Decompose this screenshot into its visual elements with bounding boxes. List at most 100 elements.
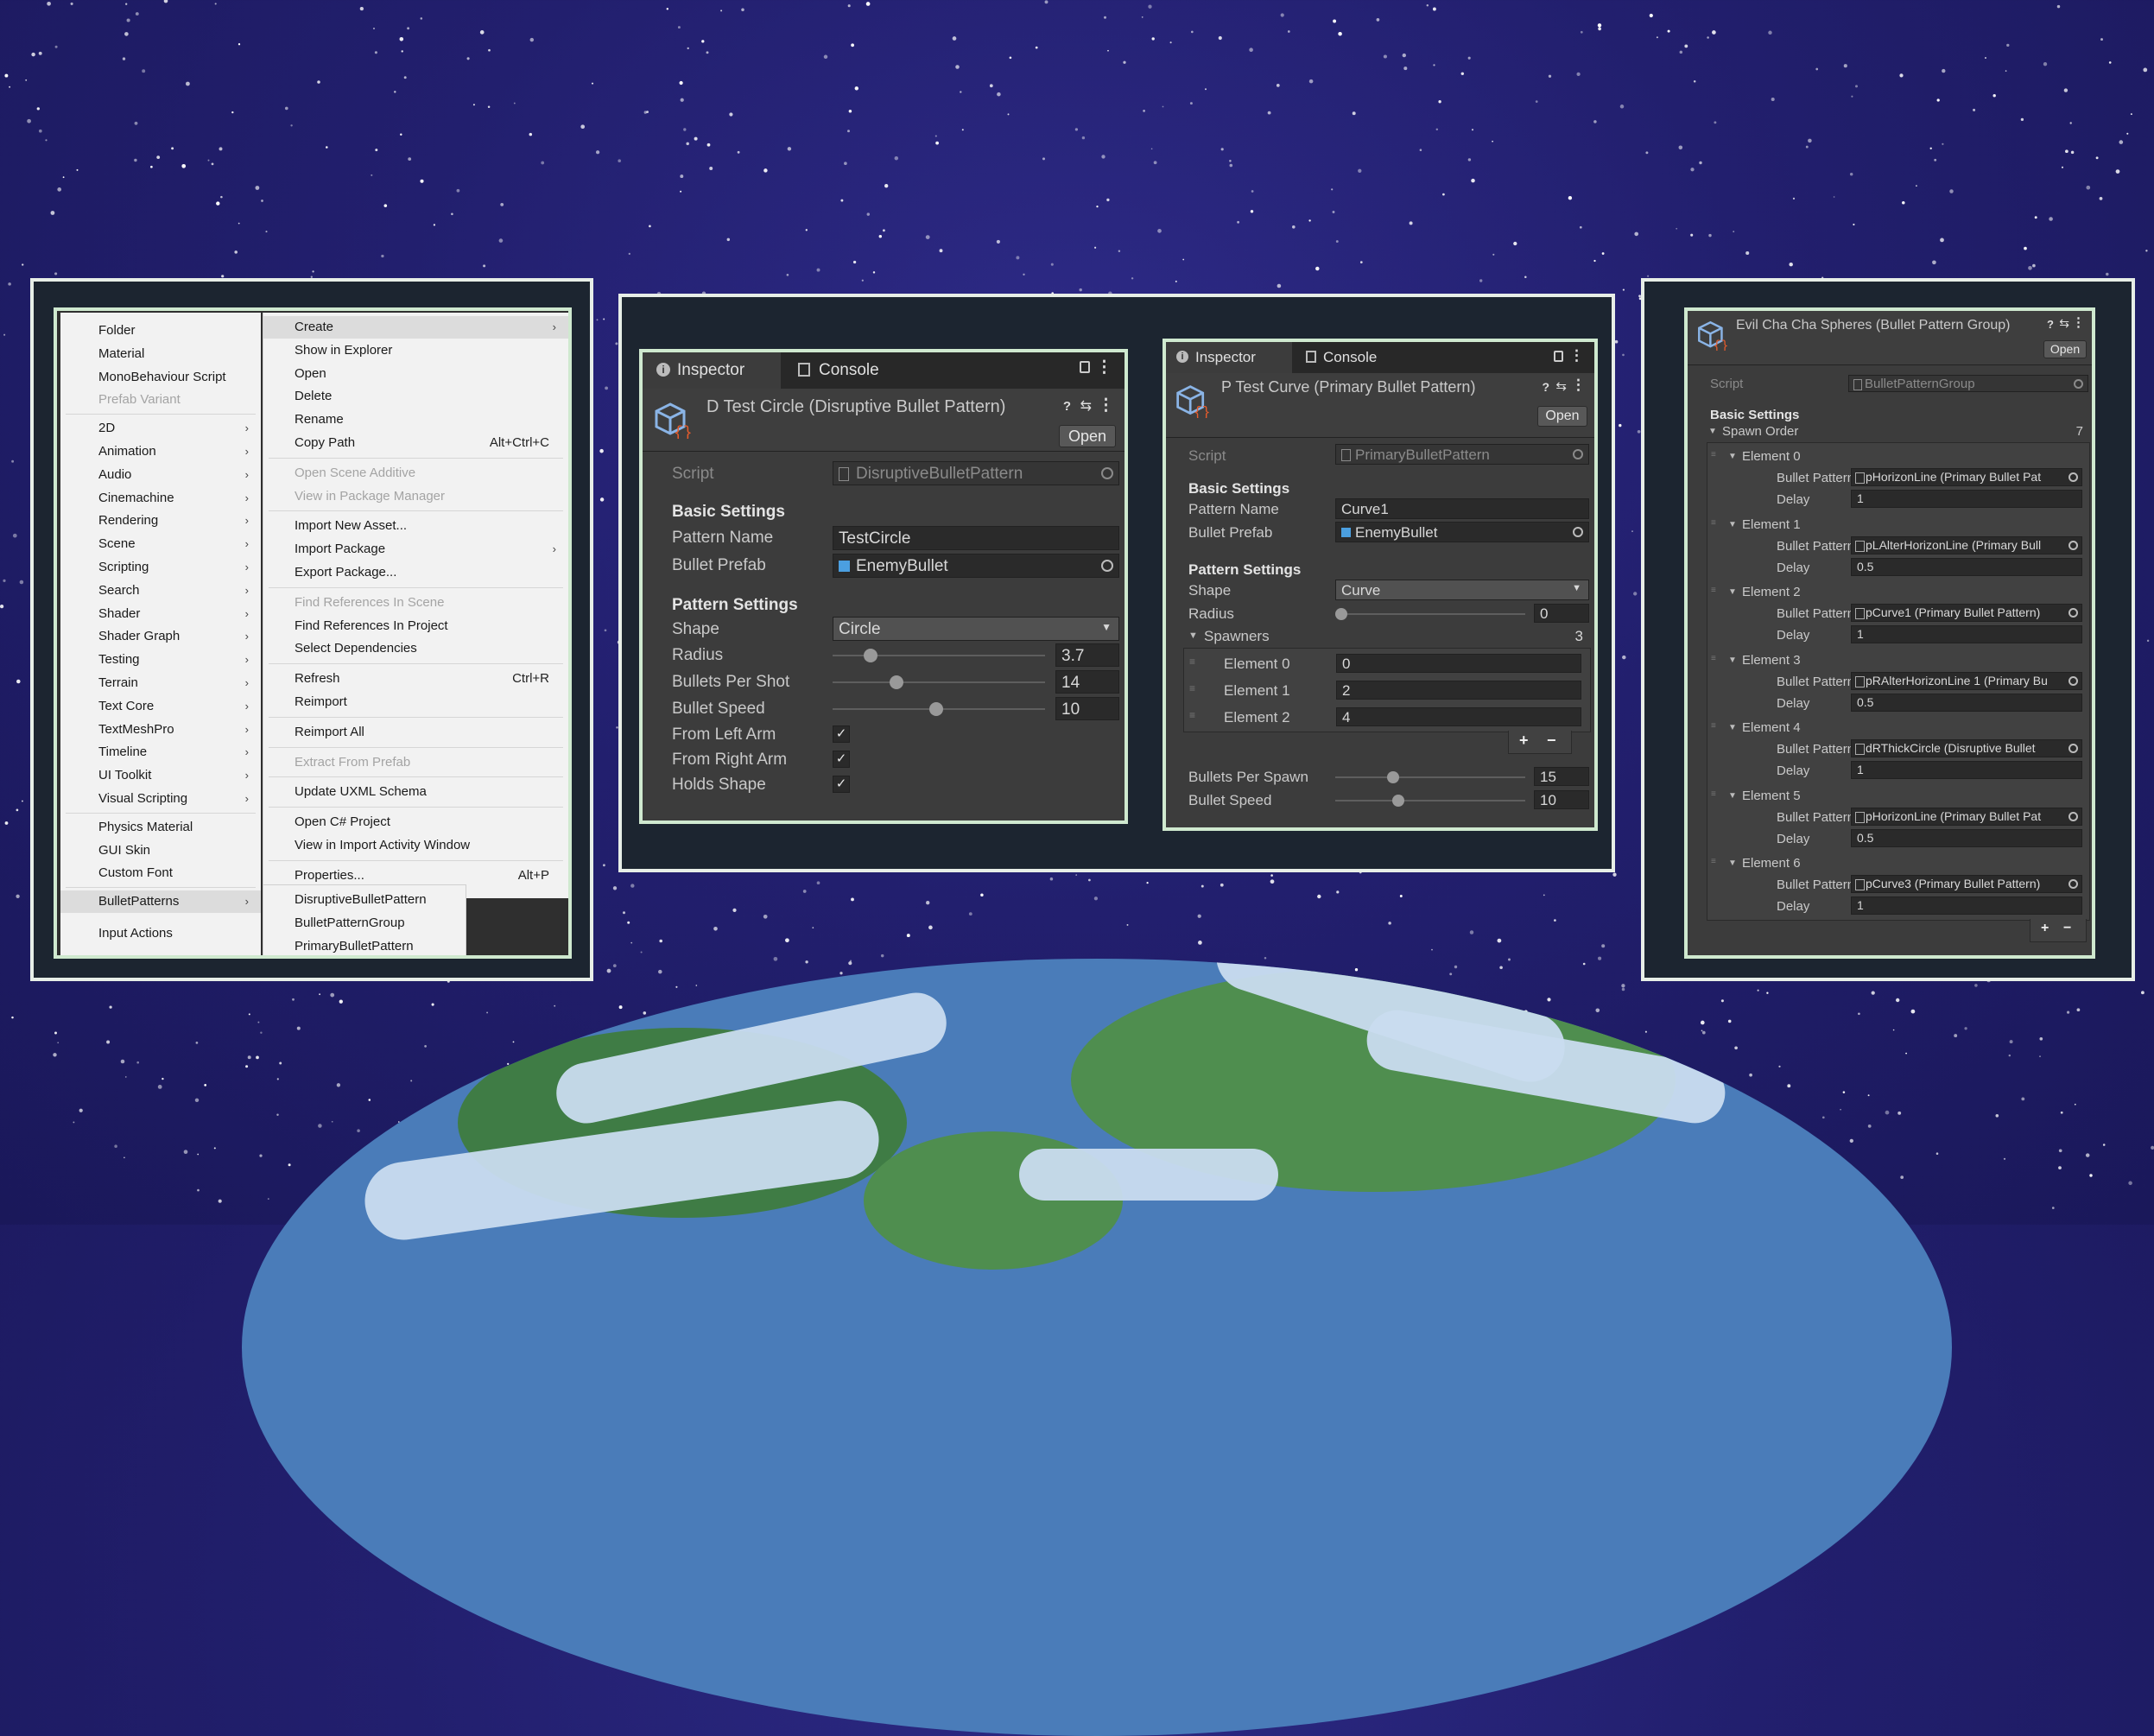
menu-item-text-core[interactable]: Text Core › bbox=[60, 695, 261, 718]
foldout-arrow-icon[interactable]: ▼ bbox=[1728, 723, 1737, 732]
menu-item-properties[interactable]: Properties... Alt+P bbox=[263, 865, 568, 887]
list-item[interactable]: ≡ ▼ Element 4 Bullet Pattern dRThickCircle (… bbox=[1707, 719, 2089, 783]
object-picker-icon[interactable] bbox=[2068, 811, 2078, 821]
shape-dropdown[interactable]: Curve ▼ bbox=[1335, 580, 1589, 600]
bullets-per-spawn-slider-track[interactable] bbox=[1335, 776, 1525, 778]
object-picker-icon[interactable] bbox=[2068, 879, 2078, 889]
drag-handle-icon[interactable]: ≡ bbox=[1189, 709, 1195, 721]
bullet-pattern-field[interactable]: pHorizonLine (Primary Bullet Pat bbox=[1851, 807, 2082, 826]
add-element-button[interactable]: + bbox=[2041, 921, 2049, 936]
drag-handle-icon[interactable]: ≡ bbox=[1189, 682, 1195, 694]
preset-icon[interactable]: ⇆ bbox=[1080, 397, 1092, 415]
menu-item-copy-path[interactable]: Copy Path Alt+Ctrl+C bbox=[263, 432, 568, 454]
add-element-button[interactable]: + bbox=[1519, 732, 1529, 750]
menu-item-cinemachine[interactable]: Cinemachine › bbox=[60, 487, 261, 510]
bullets-per-spawn-field[interactable]: 15 bbox=[1534, 767, 1589, 786]
delay-field[interactable]: 1 bbox=[1851, 761, 2082, 779]
menu-item-shader-graph[interactable]: Shader Graph › bbox=[60, 625, 261, 648]
bullets-per-shot-field[interactable]: 14 bbox=[1055, 670, 1119, 694]
element-value-field[interactable]: 0 bbox=[1336, 654, 1581, 673]
foldout-arrow-icon[interactable]: ▼ bbox=[1188, 630, 1198, 641]
drag-handle-icon[interactable]: ≡ bbox=[1711, 654, 1716, 663]
open-button[interactable]: Open bbox=[1059, 425, 1116, 447]
drag-handle-icon[interactable]: ≡ bbox=[1711, 586, 1716, 595]
from-right-arm-checkbox[interactable]: ✓ bbox=[833, 751, 850, 768]
menu-item-import-package[interactable]: Import Package › bbox=[263, 538, 568, 561]
menu-item-custom-font[interactable]: Custom Font bbox=[60, 862, 261, 884]
bullet-speed-field[interactable]: 10 bbox=[1534, 790, 1589, 809]
drag-handle-icon[interactable]: ≡ bbox=[1189, 656, 1195, 668]
menu-item-terrain[interactable]: Terrain › bbox=[60, 672, 261, 694]
delay-field[interactable]: 0.5 bbox=[1851, 557, 2082, 576]
tab-console[interactable]: Console bbox=[1296, 342, 1408, 373]
object-picker-icon[interactable] bbox=[1101, 560, 1113, 572]
from-left-arm-checkbox[interactable]: ✓ bbox=[833, 725, 850, 743]
bullets-per-shot-slider-handle[interactable] bbox=[890, 675, 903, 689]
menu-item-2d[interactable]: 2D › bbox=[60, 417, 261, 440]
menu-item-folder[interactable]: Folder bbox=[60, 320, 261, 342]
drag-handle-icon[interactable]: ≡ bbox=[1711, 789, 1716, 799]
menu-item-reimport[interactable]: Reimport bbox=[263, 691, 568, 713]
bullet-prefab-field[interactable]: EnemyBullet bbox=[833, 554, 1119, 578]
open-button[interactable]: Open bbox=[1537, 406, 1587, 427]
bullet-pattern-field[interactable]: pHorizonLine (Primary Bullet Pat bbox=[1851, 468, 2082, 486]
spawners-size-field[interactable]: 3 bbox=[1543, 626, 1589, 645]
drag-handle-icon[interactable]: ≡ bbox=[1711, 518, 1716, 528]
kebab-menu-icon[interactable]: ⋮ bbox=[2072, 314, 2085, 330]
remove-element-button[interactable]: − bbox=[2063, 921, 2071, 936]
radius-slider-handle[interactable] bbox=[864, 649, 877, 662]
holds-shape-checkbox[interactable]: ✓ bbox=[833, 776, 850, 793]
menu-item-testing[interactable]: Testing › bbox=[60, 649, 261, 671]
bullet-pattern-field[interactable]: pRAlterHorizonLine 1 (Primary Bu bbox=[1851, 671, 2082, 690]
help-icon[interactable]: ? bbox=[2047, 318, 2054, 331]
delay-field[interactable]: 0.5 bbox=[1851, 828, 2082, 847]
foldout-arrow-icon[interactable]: ▼ bbox=[1728, 858, 1737, 868]
delay-field[interactable]: 1 bbox=[1851, 897, 2082, 915]
drag-handle-icon[interactable]: ≡ bbox=[1711, 721, 1716, 731]
bullet-speed-field[interactable]: 10 bbox=[1055, 697, 1119, 720]
foldout-arrow-icon[interactable]: ▼ bbox=[1728, 520, 1737, 529]
bullet-pattern-field[interactable]: dRThickCircle (Disruptive Bullet bbox=[1851, 739, 2082, 757]
foldout-arrow-icon[interactable]: ▼ bbox=[1728, 656, 1737, 665]
menu-item-refresh[interactable]: Refresh Ctrl+R bbox=[263, 668, 568, 690]
lock-icon[interactable] bbox=[1554, 351, 1563, 362]
preset-icon[interactable]: ⇆ bbox=[2059, 316, 2069, 331]
menu-item-rename[interactable]: Rename bbox=[263, 409, 568, 431]
list-item[interactable]: ≡ ▼ Element 3 Bullet Pattern pRAlterHorizonL… bbox=[1707, 652, 2089, 716]
foldout-arrow-icon[interactable]: ▼ bbox=[1728, 791, 1737, 801]
bullet-speed-slider-handle[interactable] bbox=[929, 702, 943, 716]
kebab-menu-icon[interactable]: ⋮ bbox=[1098, 396, 1114, 415]
foldout-arrow-icon[interactable]: ▼ bbox=[1728, 587, 1737, 597]
kebab-menu-icon[interactable]: ⋮ bbox=[1571, 377, 1586, 394]
menu-item-search[interactable]: Search › bbox=[60, 580, 261, 602]
menu-item-show-in-explorer[interactable]: Show in Explorer bbox=[263, 339, 568, 362]
menu-item-view-in-import-activity-window[interactable]: View in Import Activity Window bbox=[263, 834, 568, 857]
menu-item-scene[interactable]: Scene › bbox=[60, 533, 261, 555]
delay-field[interactable]: 0.5 bbox=[1851, 693, 2082, 712]
bullet-pattern-field[interactable]: pCurve3 (Primary Bullet Pattern) bbox=[1851, 875, 2082, 893]
list-item[interactable]: ≡ ▼ Element 1 Bullet Pattern pLAlterHorizonL… bbox=[1707, 516, 2089, 580]
kebab-menu-icon[interactable]: ⋮ bbox=[1096, 358, 1112, 377]
delay-field[interactable]: 1 bbox=[1851, 625, 2082, 643]
object-picker-icon[interactable] bbox=[2068, 608, 2078, 618]
object-picker-icon[interactable] bbox=[2068, 675, 2078, 686]
tab-inspector[interactable]: i Inspector bbox=[643, 352, 781, 389]
menu-item-select-dependencies[interactable]: Select Dependencies bbox=[263, 637, 568, 660]
menu-item-scripting[interactable]: Scripting › bbox=[60, 556, 261, 579]
pattern-name-field[interactable]: TestCircle bbox=[833, 526, 1119, 550]
menu-item-open-c-project[interactable]: Open C# Project bbox=[263, 811, 568, 833]
help-icon[interactable]: ? bbox=[1542, 380, 1549, 394]
menu-item-create[interactable]: Create › bbox=[263, 316, 568, 339]
spawn-order-size-field[interactable]: 7 bbox=[2076, 424, 2083, 439]
menu-item-monobehaviour-script[interactable]: MonoBehaviour Script bbox=[60, 366, 261, 389]
object-picker-icon[interactable] bbox=[2068, 472, 2078, 482]
menu-item-reimport-all[interactable]: Reimport All bbox=[263, 721, 568, 744]
submenu-item-disruptivebulletpattern[interactable]: DisruptiveBulletPattern bbox=[263, 889, 466, 911]
menu-item-material[interactable]: Material bbox=[60, 343, 261, 365]
menu-item-gui-skin[interactable]: GUI Skin bbox=[60, 839, 261, 862]
object-picker-icon[interactable] bbox=[1573, 527, 1583, 537]
bullet-speed-slider-handle[interactable] bbox=[1392, 795, 1404, 807]
list-item[interactable]: ≡ ▼ Element 5 Bullet Pattern pHorizonLine (P… bbox=[1707, 788, 2089, 852]
tab-inspector[interactable]: i Inspector bbox=[1166, 342, 1292, 373]
radius-field[interactable]: 3.7 bbox=[1055, 643, 1119, 667]
